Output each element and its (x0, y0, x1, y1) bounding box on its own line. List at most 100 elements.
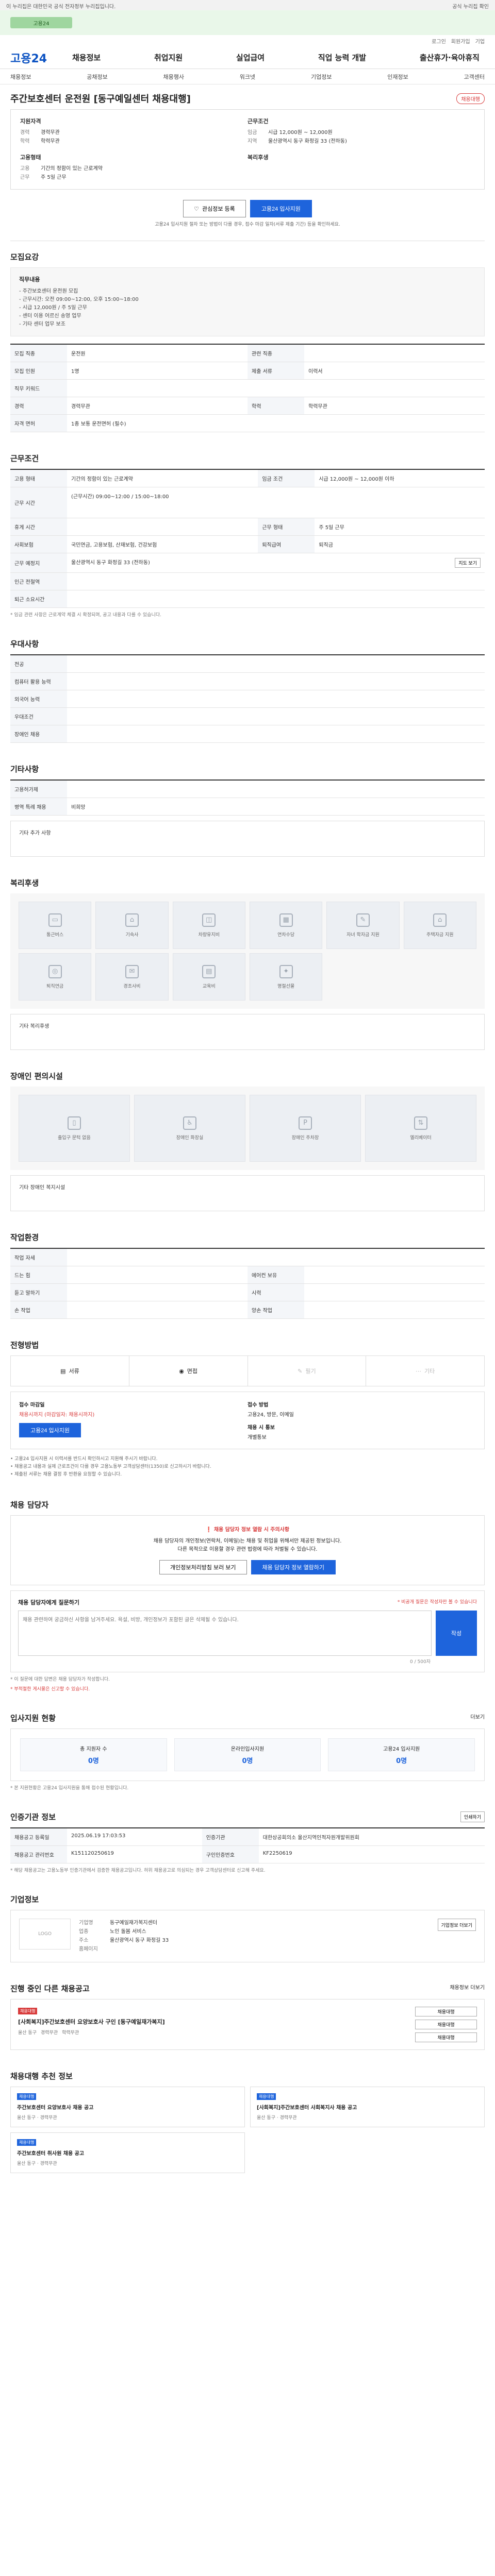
subnav-item[interactable]: 고객센터 (464, 73, 484, 81)
subnav-item[interactable]: 공채정보 (87, 73, 107, 81)
table-cell: 1종 보통 운전면허 (필수) (67, 414, 485, 432)
main-content: 주간보호센터 운전원 [동구예일센터 채용대행] 채용대행 지원자격 경력 경력무… (0, 92, 495, 2185)
subnav-item[interactable]: 기업정보 (311, 73, 332, 81)
table-row: 고용허가제 (10, 780, 485, 798)
result-value: 개별통보 (248, 1435, 267, 1440)
promo-strip: 고용24 (0, 10, 495, 35)
favorite-button[interactable]: ♡ 관심정보 등록 (183, 200, 246, 217)
other-extra-box: 기타 추가 사항 (10, 821, 485, 857)
other-job-tag: 채용대행 (18, 2008, 38, 2014)
subnav-item[interactable]: 인재정보 (387, 73, 408, 81)
kv-value: 기간의 정함이 있는 근로계약 (41, 166, 103, 172)
table-cell (304, 1301, 485, 1319)
side-button[interactable]: 채용대행 (415, 2007, 477, 2016)
menu-item-support[interactable]: 취업지원 (154, 52, 183, 63)
table-cell (67, 379, 485, 397)
menu-item-jobs[interactable]: 채용정보 (72, 52, 101, 63)
subnav-item[interactable]: 채용정보 (10, 73, 31, 81)
method-etc: ⋯ 기타 (366, 1356, 484, 1386)
util-company[interactable]: 기업 (475, 37, 485, 45)
apply-button-secondary[interactable]: 고용24 입사지원 (19, 1423, 81, 1437)
facility-label: 장애인 주차장 (291, 1135, 319, 1141)
table-head: 학력 (248, 397, 304, 415)
recommend-card[interactable]: 채용대행 [사회복지]주간보호센터 사회복지사 채용 공고 울산 동구 · 경력무관 (250, 2087, 485, 2127)
gov-banner: 이 누리집은 대한민국 공식 전자정부 누리집입니다. 공식 누리집 확인 (0, 0, 495, 10)
recommend-tag: 채용대행 (257, 2093, 276, 2100)
section-title-info: 인증기관 정보 (10, 1812, 56, 1822)
method-written: ✎ 필기 (248, 1356, 367, 1386)
other-job-card[interactable]: 채용대행 [사회복지]주간보호센터 요양보호사 구인 [동구예일재가복지] 울산… (18, 2007, 408, 2042)
promo-pill[interactable]: 고용24 (10, 17, 72, 28)
table-head: 퇴근 소요시간 (10, 590, 67, 608)
site-logo[interactable]: 고용24 (10, 49, 72, 66)
main-menu: 채용정보 취업지원 실업급여 직업 능력 개발 출산휴가·육아휴직 (72, 52, 485, 63)
deadline-box: 접수 마감일 채용시까지 (마감일자: 채용시까지) 고용24 입사지원 접수 … (10, 1392, 485, 1449)
summary-heading: 고용형태 (20, 154, 41, 161)
apply-button[interactable]: 고용24 입사지원 (250, 200, 312, 217)
pension-icon: ◎ (48, 964, 62, 978)
table-row: 작업 자세 (10, 1248, 485, 1266)
alert-icon: ❗ (205, 1527, 212, 1533)
table-head: 작업 자세 (10, 1248, 67, 1266)
meta-item: 경력무관 (40, 2030, 58, 2036)
util-login[interactable]: 로그인 (432, 37, 446, 45)
side-button[interactable]: 채용대행 (415, 2020, 477, 2029)
menu-item-benefits[interactable]: 실업급여 (236, 52, 265, 63)
table-head: 드는 힘 (10, 1266, 67, 1284)
table-cell: 비희망 (67, 798, 485, 816)
menu-item-training[interactable]: 직업 능력 개발 (318, 52, 366, 63)
status-more-link[interactable]: 더보기 (470, 1713, 485, 1723)
others-box: 채용대행 [사회복지]주간보호센터 요양보호사 구인 [동구예일재가복지] 울산… (10, 1999, 485, 2050)
section-title-others: 진행 중인 다른 채용공고 (10, 1984, 90, 1993)
side-button[interactable]: 채용대행 (415, 2032, 477, 2042)
table-head: 양손 작업 (248, 1301, 304, 1319)
benefit-item: ◎ 퇴직연금 (19, 953, 92, 1001)
table-head: 병역 특례 채용 (10, 798, 67, 816)
benefit-label: 차량유지비 (198, 932, 220, 938)
privacy-policy-button[interactable]: 개인정보처리방침 보러 보기 (159, 1560, 247, 1574)
job-description-line: - 기타 센터 업무 보조 (19, 321, 65, 327)
table-head: 근무 예정지 (10, 553, 67, 573)
gov-banner-link[interactable]: 공식 누리집 확인 (452, 2, 489, 10)
others-more-link[interactable]: 채용정보 더보기 (450, 1983, 485, 1994)
map-button[interactable]: 지도 보기 (455, 558, 481, 568)
disability-extra-box: 기타 장애인 복지시설 (10, 1175, 485, 1211)
menu-item-leave[interactable]: 출산휴가·육아휴직 (420, 52, 480, 63)
inquiry-submit-button[interactable]: 작성 (436, 1611, 477, 1656)
table-row: 직무 키워드 (10, 379, 485, 397)
view-contact-button[interactable]: 채용 담당자 정보 열람하기 (251, 1560, 336, 1574)
table-cell (304, 344, 485, 362)
table-head: 모집 인원 (10, 362, 67, 380)
table-cell: 기간의 정함이 있는 근로계약 (67, 469, 258, 487)
subnav-item[interactable]: 채용행사 (163, 73, 184, 81)
table-cell (304, 1283, 485, 1301)
section-title-other: 기타사항 (10, 765, 39, 774)
job-description-title: 직무내용 (19, 276, 40, 283)
inquiry-textarea[interactable] (18, 1611, 432, 1656)
method-bullets: • 고용24 입사지원 시 이력서를 반드시 확인하시고 지원해 주시기 바랍니… (10, 1455, 485, 1479)
sub-nav: 채용정보 공채정보 채용행사 워크넷 기업정보 인재정보 고객센터 (0, 69, 495, 84)
table-head: 근무 형태 (258, 518, 315, 536)
method-label: 기타 (424, 1368, 435, 1375)
section-title-company: 기업정보 (10, 1895, 39, 1904)
job-description-line: - 센터 이용 어르신 송영 업무 (19, 313, 81, 319)
company-more-button[interactable]: 기업정보 더보기 (437, 1919, 476, 1931)
table-row: 사회보험 국민연금, 고용보험, 산재보험, 건강보험 퇴직급여 퇴직금 (10, 535, 485, 553)
gift-icon: ✉ (125, 964, 139, 978)
recommend-card[interactable]: 채용대행 주간보호센터 취사원 채용 공고 울산 동구 · 경력무관 (10, 2132, 245, 2173)
table-head: 에어컨 보유 (248, 1266, 304, 1284)
deadline-value: 채용시까지 (마감일자: 채용시까지) (19, 1412, 95, 1418)
recommend-card[interactable]: 채용대행 주간보호센터 요양보호사 채용 공고 울산 동구 · 경력무관 (10, 2087, 245, 2127)
benefit-item: ◫ 차량유지비 (172, 902, 245, 949)
method-document: ▤ 서류 (11, 1356, 129, 1386)
print-button[interactable]: 인쇄하기 (460, 1811, 485, 1822)
subnav-item[interactable]: 워크넷 (240, 73, 255, 81)
table-head: 듣고 말하기 (10, 1283, 67, 1301)
deadline-heading: 접수 마감일 (19, 1402, 45, 1408)
benefit-label: 통근버스 (46, 932, 64, 938)
education-icon: ✎ (356, 913, 370, 927)
table-row: 모집 직종 운전원 관련 직종 (10, 344, 485, 362)
util-signup[interactable]: 회원가입 (451, 37, 470, 45)
section-title-benefits: 복리후생 (10, 878, 39, 888)
recommend-tag: 채용대행 (17, 2093, 37, 2100)
